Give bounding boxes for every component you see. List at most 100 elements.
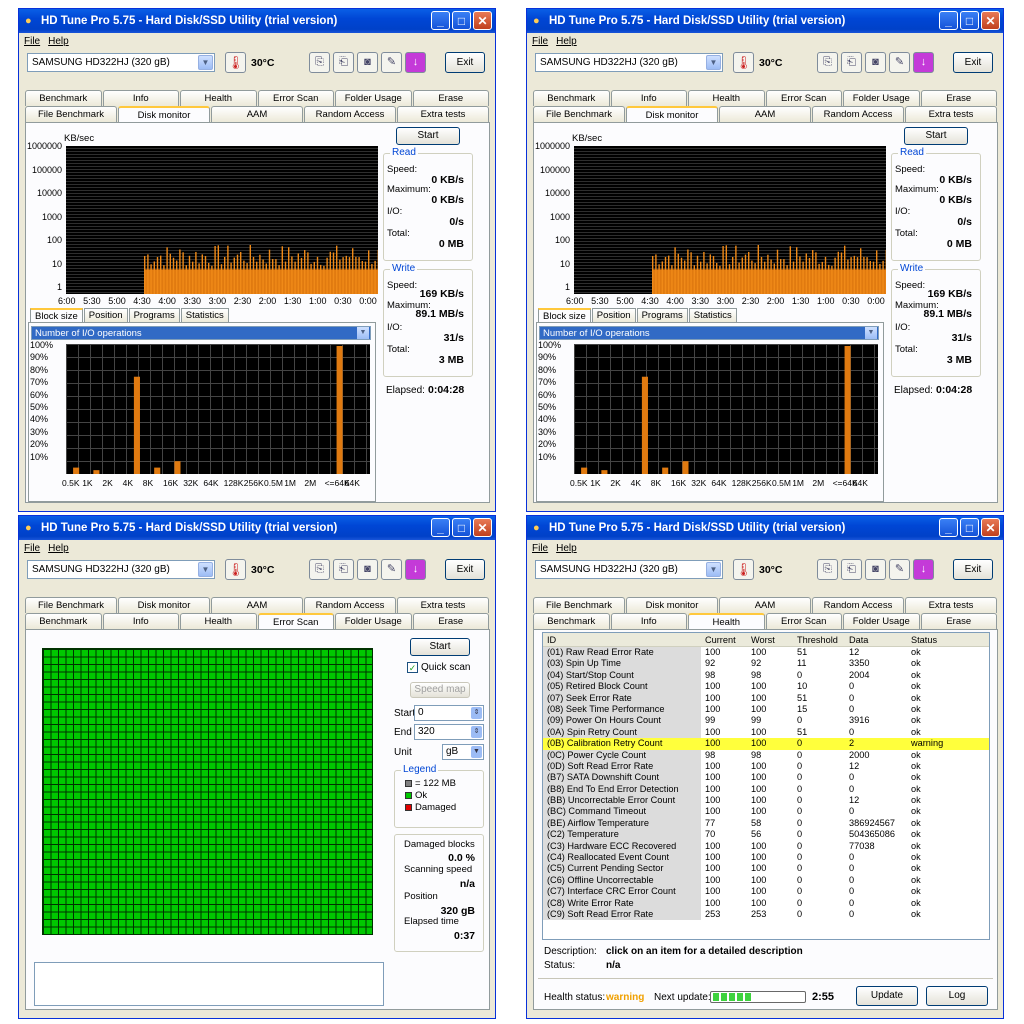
table-row[interactable]: (C3) Hardware ECC Recovered 100 100 0 77038 o… — [543, 840, 989, 853]
menu-file[interactable]: File — [532, 543, 548, 554]
camera-icon[interactable]: ◙ — [865, 52, 886, 73]
tab-extra-tests[interactable]: Extra tests — [905, 597, 997, 613]
copy-icon[interactable]: ⎘ — [817, 559, 838, 580]
options-icon[interactable]: ✎ — [381, 559, 402, 580]
tab-health[interactable]: Health — [688, 90, 765, 106]
download-icon[interactable]: ↓ — [405, 559, 426, 580]
table-row[interactable]: (C4) Reallocated Event Count 100 100 0 0 ok — [543, 852, 989, 864]
chevron-down-icon[interactable]: ▼ — [706, 562, 721, 577]
end-input[interactable]: 320 ⇕ — [414, 724, 484, 740]
tab-random-access[interactable]: Random Access — [304, 597, 396, 613]
close-button[interactable]: ✕ — [473, 11, 492, 30]
col-data[interactable]: Data — [845, 633, 907, 646]
menu-file[interactable]: File — [532, 36, 548, 47]
close-button[interactable]: ✕ — [473, 518, 492, 537]
table-row[interactable]: (C2) Temperature 70 56 0 504365086 ok — [543, 829, 989, 841]
tab-extra-tests[interactable]: Extra tests — [397, 106, 489, 122]
maximize-button[interactable]: □ — [452, 518, 471, 537]
menu-help[interactable]: Help — [556, 36, 577, 47]
camera-icon[interactable]: ◙ — [357, 559, 378, 580]
tab-error-scan[interactable]: Error Scan — [765, 613, 842, 629]
minimize-button[interactable]: _ — [939, 11, 958, 30]
tab-info[interactable]: Info — [610, 90, 687, 106]
chevron-down-icon[interactable]: ▼ — [198, 562, 213, 577]
tab-benchmark[interactable]: Benchmark — [533, 613, 610, 629]
maximize-button[interactable]: □ — [960, 11, 979, 30]
drive-select[interactable]: SAMSUNG HD322HJ (320 gB) ▼ — [535, 560, 723, 579]
check-icon[interactable]: ✓ — [407, 662, 418, 673]
tab-health[interactable]: Health — [688, 613, 765, 629]
minimize-button[interactable]: _ — [431, 11, 450, 30]
drive-select[interactable]: SAMSUNG HD322HJ (320 gB) ▼ — [27, 53, 215, 72]
title-bar[interactable]: ● HD Tune Pro 5.75 - Hard Disk/SSD Utilit… — [19, 9, 495, 33]
quick-scan-checkbox[interactable]: ✓ Quick scan — [407, 662, 470, 673]
maximize-button[interactable]: □ — [960, 518, 979, 537]
options-icon[interactable]: ✎ — [381, 52, 402, 73]
tab-health[interactable]: Health — [180, 90, 257, 106]
subtab-block-size[interactable]: Block size — [538, 308, 591, 322]
tab-random-access[interactable]: Random Access — [812, 597, 904, 613]
menu-file[interactable]: File — [24, 36, 40, 47]
subtab-position[interactable]: Position — [591, 308, 636, 322]
col-threshold[interactable]: Threshold — [793, 633, 845, 646]
subtab-statistics[interactable]: Statistics — [180, 308, 229, 322]
table-row[interactable]: (03) Spin Up Time 92 92 11 3350 ok — [543, 658, 989, 670]
title-bar[interactable]: ● HD Tune Pro 5.75 - Hard Disk/SSD Utilit… — [527, 516, 1003, 540]
copy-all-icon[interactable]: ⎗ — [333, 559, 354, 580]
tab-info[interactable]: Info — [102, 613, 179, 629]
unit-select[interactable]: gB ▼ — [442, 744, 484, 760]
copy-icon[interactable]: ⎘ — [309, 559, 330, 580]
tab-benchmark[interactable]: Benchmark — [25, 90, 102, 106]
table-row[interactable]: (C8) Write Error Rate 100 100 0 0 ok — [543, 897, 989, 909]
update-button[interactable]: Update — [856, 986, 918, 1006]
tab-error-scan[interactable]: Error Scan — [257, 613, 334, 629]
speed-map-button[interactable]: Speed map — [410, 682, 470, 698]
tab-benchmark[interactable]: Benchmark — [533, 90, 610, 106]
col-current[interactable]: Current — [701, 633, 747, 646]
chevron-down-icon[interactable]: ▼ — [706, 55, 721, 70]
exit-button[interactable]: Exit — [953, 52, 993, 73]
table-row[interactable]: (BC) Command Timeout 100 100 0 0 ok — [543, 806, 989, 818]
start-button[interactable]: Start — [396, 127, 460, 145]
subtab-programs[interactable]: Programs — [128, 308, 180, 322]
menu-help[interactable]: Help — [48, 36, 69, 47]
options-icon[interactable]: ✎ — [889, 52, 910, 73]
table-row[interactable]: (B7) SATA Downshift Count 100 100 0 0 ok — [543, 772, 989, 784]
table-row[interactable]: (07) Seek Error Rate 100 100 51 0 ok — [543, 692, 989, 704]
options-icon[interactable]: ✎ — [889, 559, 910, 580]
tab-info[interactable]: Info — [610, 613, 687, 629]
minimize-button[interactable]: _ — [939, 518, 958, 537]
io-selector[interactable]: Number of I/O operations ▼ — [539, 326, 879, 340]
drive-select[interactable]: SAMSUNG HD322HJ (320 gB) ▼ — [535, 53, 723, 72]
tab-folder-usage[interactable]: Folder Usage — [843, 90, 920, 106]
download-icon[interactable]: ↓ — [405, 52, 426, 73]
table-row[interactable]: (01) Raw Read Error Rate 100 100 51 12 ok — [543, 647, 989, 659]
tab-disk-monitor[interactable]: Disk monitor — [118, 597, 210, 613]
table-row[interactable]: (C6) Offline Uncorrectable 100 100 0 0 ok — [543, 874, 989, 887]
tab-aam[interactable]: AAM — [211, 597, 303, 613]
tab-erase[interactable]: Erase — [412, 613, 489, 629]
scan-log-box[interactable] — [34, 962, 384, 1006]
log-button[interactable]: Log — [926, 986, 988, 1006]
tab-random-access[interactable]: Random Access — [304, 106, 396, 122]
table-row[interactable]: (0D) Soft Read Error Rate 100 100 0 12 ok — [543, 760, 989, 773]
copy-all-icon[interactable]: ⎗ — [841, 52, 862, 73]
exit-button[interactable]: Exit — [445, 52, 485, 73]
table-row[interactable]: (08) Seek Time Performance 100 100 15 0 ok — [543, 703, 989, 716]
col-worst[interactable]: Worst — [747, 633, 793, 646]
tab-erase[interactable]: Erase — [920, 90, 997, 106]
table-row[interactable]: (0A) Spin Retry Count 100 100 51 0 ok — [543, 726, 989, 739]
download-icon[interactable]: ↓ — [913, 52, 934, 73]
exit-button[interactable]: Exit — [953, 559, 993, 580]
menu-help[interactable]: Help — [556, 543, 577, 554]
table-row[interactable]: (B8) End To End Error Detection 100 100 0 0 o… — [543, 783, 989, 796]
close-button[interactable]: ✕ — [981, 518, 1000, 537]
drive-select[interactable]: SAMSUNG HD322HJ (320 gB) ▼ — [27, 560, 215, 579]
chevron-down-icon[interactable]: ▼ — [198, 55, 213, 70]
chevron-down-icon[interactable]: ▼ — [865, 327, 877, 339]
subtab-programs[interactable]: Programs — [636, 308, 688, 322]
maximize-button[interactable]: □ — [452, 11, 471, 30]
copy-all-icon[interactable]: ⎗ — [333, 52, 354, 73]
table-row[interactable]: (C5) Current Pending Sector 100 100 0 0 ok — [543, 863, 989, 875]
start-input[interactable]: 0 ⇕ — [414, 705, 484, 721]
